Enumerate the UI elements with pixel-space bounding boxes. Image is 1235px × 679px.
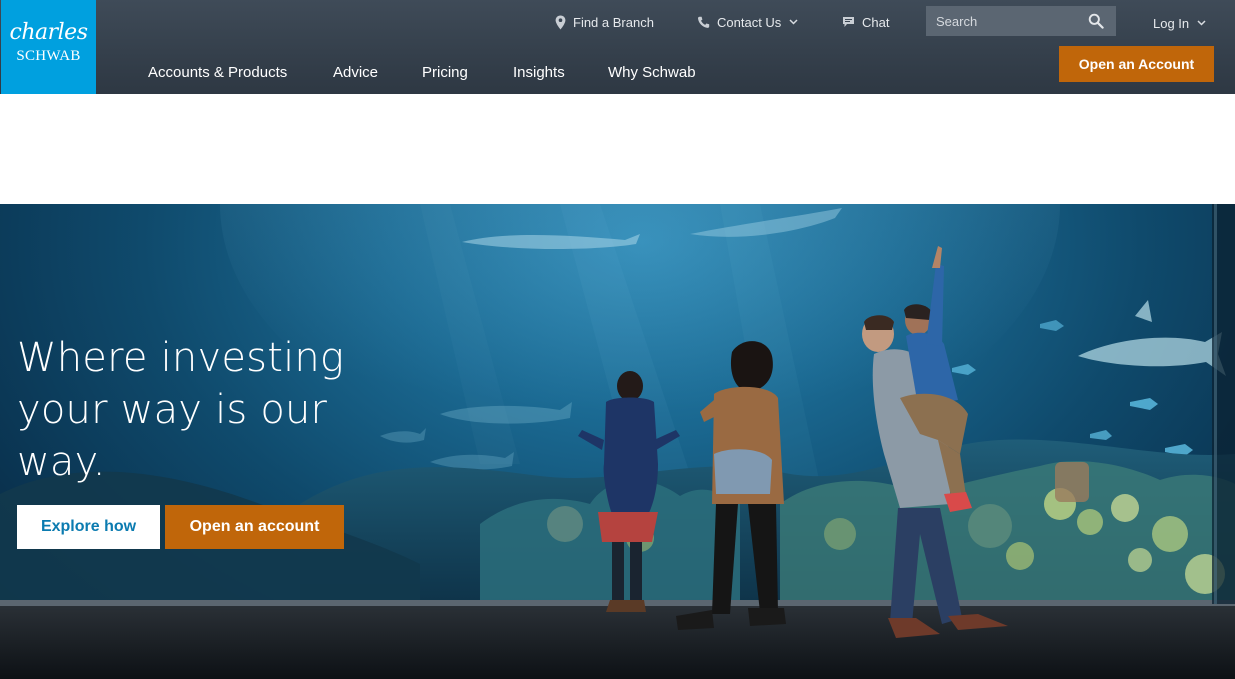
search-box — [926, 6, 1116, 36]
nav-insights[interactable]: Insights — [513, 64, 565, 82]
nav-accounts-products[interactable]: Accounts & Products — [148, 64, 287, 82]
map-pin-icon — [555, 15, 566, 29]
nav-pricing[interactable]: Pricing — [422, 64, 468, 82]
site-header: charles SCHWAB Find a Branch Contact Us … — [0, 0, 1235, 94]
phone-icon — [697, 16, 710, 28]
nav-why-schwab[interactable]: Why Schwab — [608, 64, 696, 82]
chevron-down-icon — [1197, 20, 1206, 26]
chat-label: Chat — [862, 14, 890, 30]
hero-banner: Where investing your way is our way. Exp… — [0, 204, 1235, 679]
search-icon[interactable] — [1088, 13, 1104, 29]
login-menu[interactable]: Log In — [1153, 14, 1206, 32]
hero-headline: Where investing your way is our way. — [17, 335, 345, 485]
open-account-hero-button[interactable]: Open an account — [165, 505, 344, 549]
contact-us-menu[interactable]: Contact Us — [697, 13, 798, 31]
logo-wordmark-caps: SCHWAB — [16, 48, 81, 64]
charles-schwab-logo[interactable]: charles SCHWAB — [1, 0, 96, 94]
search-input[interactable] — [926, 12, 1076, 30]
open-account-header-button[interactable]: Open an Account — [1059, 46, 1214, 82]
explore-how-button[interactable]: Explore how — [17, 505, 160, 549]
find-branch-label: Find a Branch — [573, 14, 654, 30]
nav-advice[interactable]: Advice — [333, 64, 378, 82]
logo-wordmark-script: charles — [9, 20, 88, 45]
login-label: Log In — [1153, 15, 1190, 31]
chevron-down-icon — [789, 19, 798, 25]
chat-bubble-icon — [843, 17, 854, 27]
find-branch-link[interactable]: Find a Branch — [555, 13, 654, 31]
contact-us-label: Contact Us — [717, 14, 782, 30]
chat-link[interactable]: Chat — [842, 13, 889, 31]
